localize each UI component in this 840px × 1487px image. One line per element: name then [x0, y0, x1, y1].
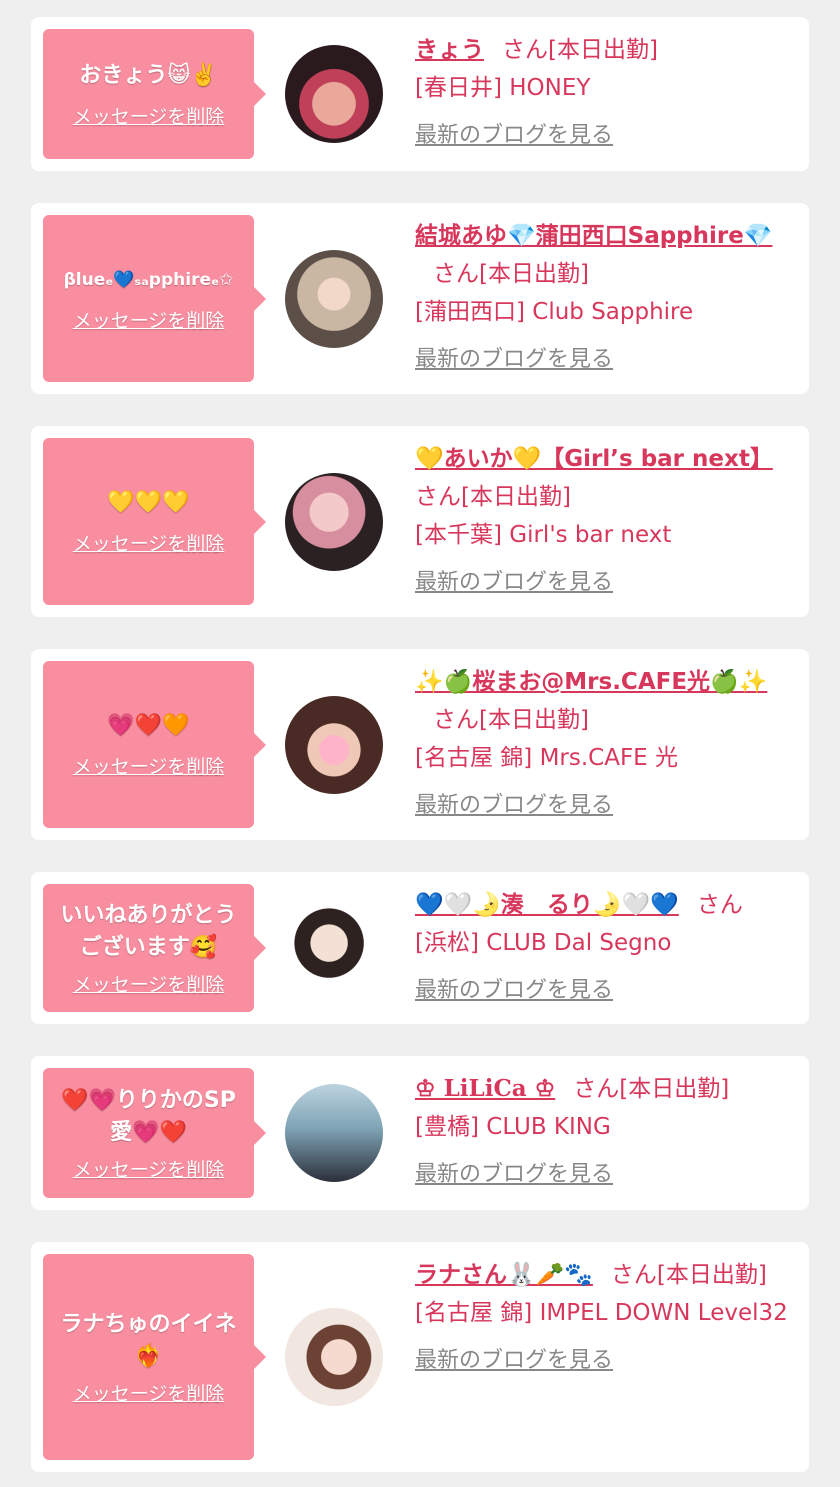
avatar[interactable]	[285, 1308, 383, 1406]
avatar[interactable]	[285, 45, 383, 143]
message-bubble: βlueₑ💙ₛₐpphireₑ✩ メッセージを削除	[43, 215, 266, 382]
profile-info: 💛あいか💛【Girl’s bar next】 さん[本日出勤] [本千葉] Gir…	[415, 440, 791, 602]
status-text: さん[本日出勤]	[415, 484, 571, 510]
message-text: ❤️💗りりかのSP愛💗❤️	[61, 1087, 236, 1145]
message-text: いいねありがとうございます🥰	[60, 902, 237, 960]
profile-info: 💙🤍🌛湊 るり🌛🤍💙 さん [浜松] CLUB Dal Segno 最新のブログを…	[415, 886, 791, 1010]
avatar[interactable]	[285, 696, 383, 794]
latest-blog-link[interactable]: 最新のブログを見る	[415, 787, 613, 825]
avatar[interactable]	[285, 1084, 383, 1182]
delete-message-link[interactable]: メッセージを削除	[73, 306, 225, 333]
delete-message-link[interactable]: メッセージを削除	[73, 1379, 225, 1406]
message-bubble: 💗❤️🧡 メッセージを削除	[43, 661, 266, 828]
shop-text: [名古屋 錦] Mrs.CAFE 光	[415, 745, 679, 771]
profile-info: ♔ LiLiCa ♔ さん[本日出勤] [豊橋] CLUB KING 最新のブログ…	[415, 1070, 791, 1194]
list-item: 💛💛💛 メッセージを削除 💛あいか💛【Girl’s bar next】 さん[本日…	[31, 426, 809, 617]
message-text: ラナちゅのイイネ❤️‍🔥	[60, 1311, 237, 1369]
list-item: いいねありがとうございます🥰 メッセージを削除 💙🤍🌛湊 るり🌛🤍💙 さん [浜松…	[31, 872, 809, 1024]
delete-message-link[interactable]: メッセージを削除	[73, 752, 225, 779]
profile-info: 結城あゆ💎蒲田西口Sapphire💎 さん[本日出勤] [蒲田西口] Club S…	[415, 217, 791, 379]
list-item: 💗❤️🧡 メッセージを削除 ✨🍏桜まお@Mrs.CAFE光🍏✨ さん[本日出勤] …	[31, 649, 809, 840]
profile-name-link[interactable]: 💛あいか💛【Girl’s bar next】	[415, 446, 773, 472]
profile-name-link[interactable]: ラナさん🐰🥕🐾	[415, 1262, 593, 1288]
list-item: おきょう😸✌️ メッセージを削除 きょう さん[本日出勤] [春日井] HONEY…	[31, 17, 809, 171]
list-item: ❤️💗りりかのSP愛💗❤️ メッセージを削除 ♔ LiLiCa ♔ さん[本日出勤…	[31, 1056, 809, 1210]
message-text: βlueₑ💙ₛₐpphireₑ✩	[63, 270, 234, 290]
delete-message-link[interactable]: メッセージを削除	[73, 102, 225, 129]
avatar[interactable]	[285, 473, 383, 571]
shop-text: [本千葉] Girl's bar next	[415, 522, 672, 548]
delete-message-link[interactable]: メッセージを削除	[73, 1155, 225, 1182]
profile-name-link[interactable]: きょう	[415, 37, 484, 63]
profile-info: きょう さん[本日出勤] [春日井] HONEY 最新のブログを見る	[415, 31, 791, 155]
status-text: さん[本日出勤]	[610, 1262, 767, 1288]
profile-name-link[interactable]: 💙🤍🌛湊 るり🌛🤍💙	[415, 892, 679, 918]
status-text: さん[本日出勤]	[502, 37, 658, 63]
message-text: 💛💛💛	[107, 490, 190, 515]
avatar[interactable]	[285, 899, 383, 997]
profile-name-link[interactable]: ✨🍏桜まお@Mrs.CAFE光🍏✨	[415, 669, 767, 695]
profile-name-link[interactable]: 結城あゆ💎蒲田西口Sapphire💎	[415, 223, 773, 249]
list-item: βlueₑ💙ₛₐpphireₑ✩ メッセージを削除 結城あゆ💎蒲田西口Sapph…	[31, 203, 809, 394]
profile-name-link[interactable]: ♔ LiLiCa ♔	[415, 1075, 555, 1102]
latest-blog-link[interactable]: 最新のブログを見る	[415, 1342, 613, 1380]
latest-blog-link[interactable]: 最新のブログを見る	[415, 972, 613, 1010]
message-bubble: ❤️💗りりかのSP愛💗❤️ メッセージを削除	[43, 1068, 266, 1198]
avatar[interactable]	[285, 250, 383, 348]
delete-message-link[interactable]: メッセージを削除	[73, 970, 225, 997]
latest-blog-link[interactable]: 最新のブログを見る	[415, 117, 613, 155]
list-item: ラナちゅのイイネ❤️‍🔥 メッセージを削除 ラナさん🐰🥕🐾 さん[本日出勤] [名…	[31, 1242, 809, 1472]
latest-blog-link[interactable]: 最新のブログを見る	[415, 341, 613, 379]
latest-blog-link[interactable]: 最新のブログを見る	[415, 564, 613, 602]
latest-blog-link[interactable]: 最新のブログを見る	[415, 1156, 613, 1194]
shop-text: [春日井] HONEY	[415, 75, 591, 101]
profile-info: ラナさん🐰🥕🐾 さん[本日出勤] [名古屋 錦] IMPEL DOWN Level…	[415, 1256, 791, 1380]
status-text: さん	[696, 892, 743, 918]
message-bubble: ラナちゅのイイネ❤️‍🔥 メッセージを削除	[43, 1254, 266, 1460]
shop-text: [浜松] CLUB Dal Segno	[415, 930, 672, 956]
delete-message-link[interactable]: メッセージを削除	[73, 529, 225, 556]
message-bubble: 💛💛💛 メッセージを削除	[43, 438, 266, 605]
favorite-list: おきょう😸✌️ メッセージを削除 きょう さん[本日出勤] [春日井] HONEY…	[0, 0, 840, 1487]
shop-text: [名古屋 錦] IMPEL DOWN Level32	[415, 1300, 788, 1326]
status-text: さん[本日出勤]	[573, 1076, 730, 1102]
message-text: 💗❤️🧡	[107, 713, 190, 738]
shop-text: [蒲田西口] Club Sapphire	[415, 299, 694, 325]
message-bubble: おきょう😸✌️ メッセージを削除	[43, 29, 266, 159]
message-text: おきょう😸✌️	[79, 62, 218, 88]
shop-text: [豊橋] CLUB KING	[415, 1114, 611, 1140]
profile-info: ✨🍏桜まお@Mrs.CAFE光🍏✨ さん[本日出勤] [名古屋 錦] Mrs.CA…	[415, 663, 791, 825]
message-bubble: いいねありがとうございます🥰 メッセージを削除	[43, 884, 266, 1012]
status-text: さん[本日出勤]	[433, 261, 589, 287]
status-text: さん[本日出勤]	[433, 707, 589, 733]
